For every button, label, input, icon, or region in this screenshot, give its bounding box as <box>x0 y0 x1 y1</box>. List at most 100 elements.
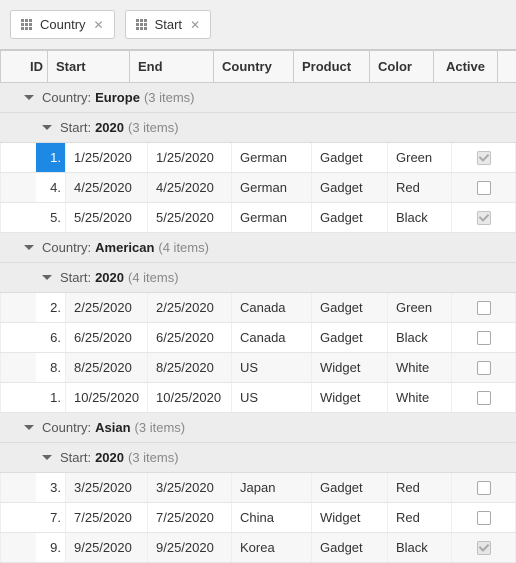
cell-color: Red <box>388 173 452 202</box>
cell-product: Gadget <box>312 143 388 172</box>
row-indent <box>18 143 36 172</box>
cell-active <box>452 503 516 532</box>
row-indent <box>18 353 36 382</box>
active-checkbox[interactable] <box>477 181 491 195</box>
row-indent <box>0 203 18 232</box>
group-count: (3 items) <box>128 120 179 135</box>
cell-id: 4. <box>36 173 66 202</box>
active-checkbox[interactable] <box>477 211 491 225</box>
close-icon[interactable]: ✕ <box>190 19 200 31</box>
cell-product: Gadget <box>312 533 388 562</box>
cell-color: White <box>388 353 452 382</box>
header-start[interactable]: Start <box>48 51 130 82</box>
table-row[interactable]: 6.6/25/20206/25/2020CanadaGadgetBlack <box>0 323 516 353</box>
cell-id: 2. <box>36 293 66 322</box>
active-checkbox[interactable] <box>477 361 491 375</box>
group-value: Asian <box>95 420 130 435</box>
cell-active <box>452 473 516 502</box>
cell-country: Canada <box>232 293 312 322</box>
row-indent <box>0 323 18 352</box>
table-row[interactable]: 1.10/25/202010/25/2020USWidgetWhite <box>0 383 516 413</box>
chevron-down-icon[interactable] <box>42 455 52 460</box>
cell-product: Gadget <box>312 323 388 352</box>
group-label: Start: <box>60 120 91 135</box>
active-checkbox[interactable] <box>477 301 491 315</box>
chevron-down-icon[interactable] <box>24 95 34 100</box>
header-color[interactable]: Color <box>370 51 434 82</box>
group-row-country[interactable]: Country:American(4 items) <box>0 233 516 263</box>
cell-start: 8/25/2020 <box>66 353 148 382</box>
cell-id: 5. <box>36 203 66 232</box>
cell-end: 9/25/2020 <box>148 533 232 562</box>
group-row-start[interactable]: Start:2020(3 items) <box>0 443 516 473</box>
chevron-down-icon[interactable] <box>42 275 52 280</box>
cell-color: Black <box>388 203 452 232</box>
header-country[interactable]: Country <box>214 51 294 82</box>
close-icon[interactable]: ✕ <box>94 19 104 31</box>
group-chip-start[interactable]: Start ✕ <box>125 10 212 39</box>
cell-color: Black <box>388 323 452 352</box>
cell-active <box>452 293 516 322</box>
row-indent <box>18 383 36 412</box>
active-checkbox[interactable] <box>477 511 491 525</box>
cell-active <box>452 323 516 352</box>
table-row[interactable]: 4.4/25/20204/25/2020GermanGadgetRed <box>0 173 516 203</box>
table-row[interactable]: 2.2/25/20202/25/2020CanadaGadgetGreen <box>0 293 516 323</box>
cell-id: 7. <box>36 503 66 532</box>
header-id[interactable]: ID <box>18 51 48 82</box>
row-indent <box>18 533 36 562</box>
cell-country: Japan <box>232 473 312 502</box>
cell-country: German <box>232 203 312 232</box>
group-row-country[interactable]: Country:Asian(3 items) <box>0 413 516 443</box>
active-checkbox[interactable] <box>477 151 491 165</box>
group-panel: Country ✕ Start ✕ <box>0 0 516 50</box>
cell-active <box>452 173 516 202</box>
active-checkbox[interactable] <box>477 541 491 555</box>
cell-end: 5/25/2020 <box>148 203 232 232</box>
header-end[interactable]: End <box>130 51 214 82</box>
table-row[interactable]: 1.1/25/20201/25/2020GermanGadgetGreen <box>0 143 516 173</box>
row-indent <box>0 293 18 322</box>
group-row-country[interactable]: Country:Europe(3 items) <box>0 83 516 113</box>
cell-product: Gadget <box>312 473 388 502</box>
row-indent <box>18 503 36 532</box>
table-row[interactable]: 3.3/25/20203/25/2020JapanGadgetRed <box>0 473 516 503</box>
cell-color: White <box>388 383 452 412</box>
cell-start: 5/25/2020 <box>66 203 148 232</box>
row-indent <box>18 473 36 502</box>
cell-id: 8. <box>36 353 66 382</box>
table-row[interactable]: 9.9/25/20209/25/2020KoreaGadgetBlack <box>0 533 516 563</box>
active-checkbox[interactable] <box>477 391 491 405</box>
row-indent <box>18 203 36 232</box>
cell-country: China <box>232 503 312 532</box>
group-row-start[interactable]: Start:2020(4 items) <box>0 263 516 293</box>
table-row[interactable]: 5.5/25/20205/25/2020GermanGadgetBlack <box>0 203 516 233</box>
chevron-down-icon[interactable] <box>42 125 52 130</box>
table-row[interactable]: 7.7/25/20207/25/2020ChinaWidgetRed <box>0 503 516 533</box>
cell-start: 2/25/2020 <box>66 293 148 322</box>
group-value: 2020 <box>95 270 124 285</box>
group-value: 2020 <box>95 120 124 135</box>
active-checkbox[interactable] <box>477 481 491 495</box>
group-row-start[interactable]: Start: 2020 (3 items) <box>0 113 516 143</box>
cell-country: Canada <box>232 323 312 352</box>
cell-country: US <box>232 353 312 382</box>
header-product[interactable]: Product <box>294 51 370 82</box>
header-active[interactable]: Active <box>434 51 498 82</box>
chevron-down-icon[interactable] <box>24 425 34 430</box>
row-indent <box>18 173 36 202</box>
row-indent <box>0 143 18 172</box>
group-chip-label: Start <box>155 17 182 32</box>
table-row[interactable]: 8.8/25/20208/25/2020USWidgetWhite <box>0 353 516 383</box>
row-indent <box>18 293 36 322</box>
active-checkbox[interactable] <box>477 331 491 345</box>
cell-start: 3/25/2020 <box>66 473 148 502</box>
cell-product: Widget <box>312 503 388 532</box>
cell-product: Widget <box>312 353 388 382</box>
group-chip-country[interactable]: Country ✕ <box>10 10 115 39</box>
cell-end: 10/25/2020 <box>148 383 232 412</box>
cell-end: 1/25/2020 <box>148 143 232 172</box>
chevron-down-icon[interactable] <box>24 245 34 250</box>
cell-start: 4/25/2020 <box>66 173 148 202</box>
cell-product: Gadget <box>312 203 388 232</box>
